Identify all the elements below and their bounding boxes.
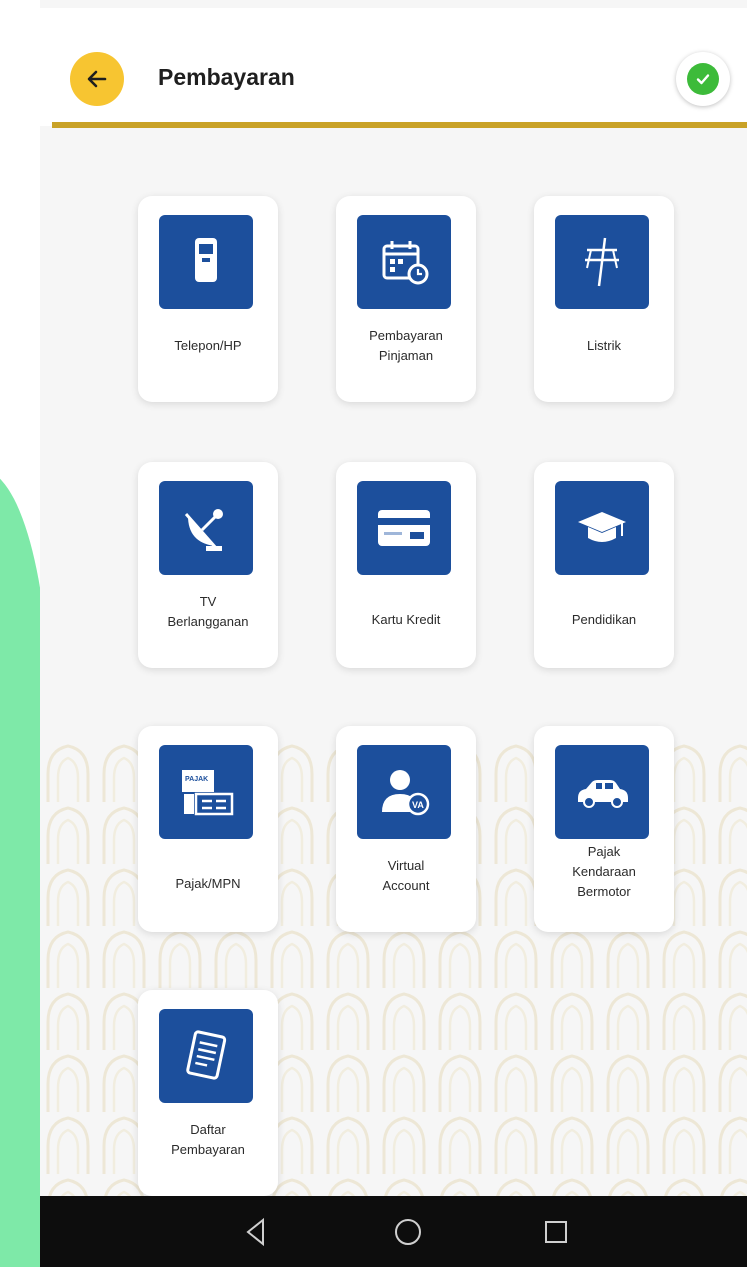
menu-tile-label: Pajak/MPN: [175, 876, 241, 891]
menu-tile-telepon[interactable]: Telepon/HP: [138, 196, 278, 402]
satellite-dish-icon: [159, 481, 253, 575]
recents-nav-icon[interactable]: [538, 1214, 574, 1250]
calendar-payment-icon: [357, 215, 451, 309]
menu-tile-label: Daftar Pembayaran: [171, 1122, 245, 1157]
menu-tile-label: Kartu Kredit: [371, 612, 441, 627]
menu-tile-pajak-kendaraan[interactable]: Pajak Kendaraan Bermotor: [534, 726, 674, 932]
page-title: Pembayaran: [158, 64, 295, 90]
status-indicator[interactable]: [676, 52, 730, 106]
screenshot-stage: Pembayaran Telepon/HP Pembayaran Pinjama…: [0, 0, 747, 1267]
tax-document-icon: PAJAK: [159, 745, 253, 839]
check-circle-icon: [687, 63, 719, 95]
menu-tile-kartu-kredit[interactable]: Kartu Kredit: [336, 462, 476, 668]
header-bar: Pembayaran: [40, 8, 747, 126]
menu-tile-label: Pajak Kendaraan Bermotor: [572, 844, 636, 899]
payment-list-icon: [159, 1009, 253, 1103]
menu-tile-pembayaran-pinjaman[interactable]: Pembayaran Pinjaman: [336, 196, 476, 402]
menu-tile-label: TV Berlangganan: [167, 594, 249, 629]
menu-tile-daftar-pembayaran[interactable]: Daftar Pembayaran: [138, 990, 278, 1196]
menu-tile-tv-berlangganan[interactable]: TV Berlangganan: [138, 462, 278, 668]
menu-tile-virtual-account[interactable]: VA Virtual Account: [336, 726, 476, 932]
back-button[interactable]: [70, 52, 124, 106]
svg-text:PAJAK: PAJAK: [185, 776, 208, 783]
car-icon: [555, 745, 649, 839]
credit-card-icon: [357, 481, 451, 575]
menu-tile-pajak-mpn[interactable]: PAJAK Pajak/MPN: [138, 726, 278, 932]
graduation-cap-icon: [555, 481, 649, 575]
menu-tile-label: Telepon/HP: [174, 338, 242, 353]
menu-tile-pendidikan[interactable]: Pendidikan: [534, 462, 674, 668]
header-divider: [52, 122, 747, 128]
system-navigation-bar: [40, 1196, 747, 1267]
menu-tile-label: Listrik: [587, 338, 621, 353]
back-nav-icon[interactable]: [238, 1214, 274, 1250]
menu-tile-label: Pembayaran Pinjaman: [369, 328, 443, 363]
home-nav-icon[interactable]: [390, 1214, 426, 1250]
smartphone-icon: [159, 215, 253, 309]
menu-tile-label: Pendidikan: [571, 612, 637, 627]
virtual-account-icon: VA: [357, 745, 451, 839]
electricity-icon: [555, 215, 649, 309]
menu-tile-label: Virtual Account: [382, 858, 430, 893]
phone-screen: Pembayaran Telepon/HP Pembayaran Pinjama…: [40, 0, 747, 1267]
menu-tile-listrik[interactable]: Listrik: [534, 196, 674, 402]
svg-text:VA: VA: [412, 800, 424, 810]
arrow-left-icon: [87, 70, 107, 88]
